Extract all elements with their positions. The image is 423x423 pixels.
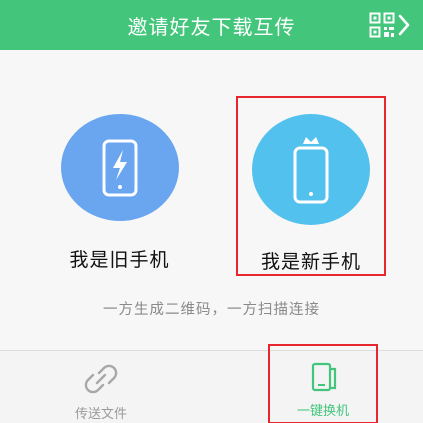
tab-transfer-files[interactable]: 传送文件 bbox=[56, 351, 146, 423]
tab-one-click-switch-label: 一键换机 bbox=[296, 404, 349, 419]
new-phone-circle bbox=[252, 114, 370, 225]
header-bar: 邀请好友下载互传 bbox=[0, 0, 423, 50]
new-phone-option[interactable]: 我是新手机 bbox=[236, 96, 386, 276]
old-phone-option[interactable]: 我是旧手机 bbox=[32, 102, 207, 272]
chevron-right-icon bbox=[398, 14, 410, 36]
new-phone-label: 我是新手机 bbox=[260, 251, 361, 273]
tab-transfer-files-label: 传送文件 bbox=[74, 407, 127, 422]
old-phone-label: 我是旧手机 bbox=[69, 249, 170, 271]
phone-switch-icon bbox=[311, 362, 337, 392]
header-title: 邀请好友下载互传 bbox=[127, 14, 296, 39]
app-screen: 邀请好友下载互传 我是旧手机 我是新手机 一方生成二维码，一方扫描连接 传送文件… bbox=[0, 0, 423, 423]
qr-code-button[interactable] bbox=[369, 10, 417, 40]
connection-hint: 一方生成二维码，一方扫描连接 bbox=[103, 302, 320, 318]
link-icon bbox=[84, 364, 118, 394]
qr-code-icon bbox=[369, 12, 395, 38]
old-phone-circle bbox=[60, 114, 179, 221]
phone-crown-icon bbox=[293, 136, 329, 203]
phone-charging-icon bbox=[102, 139, 137, 196]
bottom-tab-bar: 传送文件 一键换机 bbox=[0, 344, 423, 423]
tab-one-click-switch[interactable]: 一键换机 bbox=[268, 344, 378, 423]
